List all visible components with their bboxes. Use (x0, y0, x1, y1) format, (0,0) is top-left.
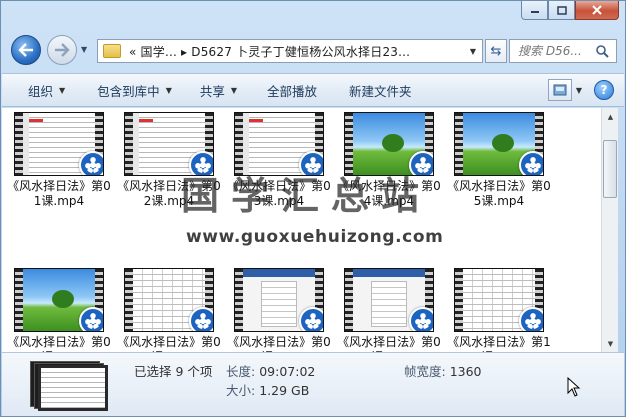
recent-pages-dropdown[interactable]: ▼ (81, 45, 87, 54)
vertical-scrollbar[interactable]: ▲ ▼ (601, 108, 618, 352)
video-thumbnail (124, 268, 214, 332)
organize-label: 组织 (28, 83, 54, 99)
file-item[interactable]: 《风水择日法》第01课.mp4 (4, 112, 114, 209)
film-strip (15, 113, 23, 175)
file-name: 《风水择日法》第08课.mp4 (227, 335, 331, 352)
large-icons-view-icon (553, 84, 567, 96)
duration-row: 长度: 09:07:02 (226, 361, 315, 380)
file-item[interactable]: 《风水择日法》第10课.mp4 (444, 268, 554, 352)
command-bar: 组织 ▼ 包含到库中 ▼ 共享 ▼ 全部播放 新建文件夹 ▼ ? (2, 73, 624, 107)
video-thumbnail (344, 268, 434, 332)
size-label: 大小: (226, 383, 256, 398)
duration-label: 长度: (226, 364, 256, 379)
frame-width-label: 帧宽度: (404, 364, 446, 379)
refresh-icon: ⇆ (490, 43, 502, 59)
film-strip (235, 269, 243, 331)
media-player-icon (519, 151, 543, 175)
scrollbar-thumb[interactable] (603, 140, 617, 198)
film-strip (15, 269, 23, 331)
file-name: 《风水择日法》第05课.mp4 (447, 179, 551, 208)
back-button[interactable] (11, 35, 41, 65)
include-in-library-menu[interactable]: 包含到库中 ▼ (77, 78, 184, 102)
video-thumbnail (14, 268, 104, 332)
search-icon (596, 44, 609, 58)
video-thumbnail (14, 112, 104, 176)
forward-button[interactable] (47, 35, 77, 65)
maximize-icon (556, 5, 567, 15)
new-folder-label: 新建文件夹 (349, 83, 412, 99)
media-player-icon (189, 307, 213, 331)
minimize-button[interactable] (521, 1, 548, 20)
minimize-icon (530, 11, 539, 13)
film-strip (455, 269, 463, 331)
scroll-down-arrow-icon[interactable]: ▼ (602, 335, 619, 352)
file-item[interactable]: 《风水择日法》第06课.mp4 (4, 268, 114, 352)
film-strip (125, 269, 133, 331)
film-strip (345, 269, 353, 331)
organize-menu[interactable]: 组织 ▼ (2, 78, 77, 102)
frame-width-row: 帧宽度: 1360 (404, 361, 482, 380)
mouse-cursor-icon (567, 377, 581, 397)
chevron-down-icon[interactable]: ▼ (464, 47, 482, 56)
arrow-right-icon (55, 43, 70, 57)
folder-icon (103, 44, 121, 58)
selection-count: 已选择 9 个项 (134, 364, 213, 379)
search-input[interactable] (518, 44, 596, 58)
file-name: 《风水择日法》第01课.mp4 (7, 179, 111, 208)
caption-buttons (521, 1, 619, 20)
file-name: 《风水择日法》第10课.mp4 (447, 335, 551, 352)
size-value: 1.29 GB (259, 383, 310, 398)
thumbnail-card (38, 365, 108, 411)
video-thumbnail (454, 268, 544, 332)
play-all-label: 全部播放 (267, 83, 318, 99)
help-icon: ? (600, 83, 608, 97)
film-strip (455, 113, 463, 175)
media-player-icon (299, 307, 323, 331)
file-name: 《风水择日法》第07课.mp4 (117, 335, 221, 352)
share-label: 共享 (199, 83, 225, 99)
media-player-icon (79, 307, 103, 331)
file-item[interactable]: 《风水择日法》第05课.mp4 (444, 112, 554, 209)
watermark-url: www.guoxuehuizong.com (186, 227, 444, 247)
frame-width-value: 1360 (449, 364, 482, 379)
size-row: 大小: 1.29 GB (226, 380, 309, 399)
watermark-title: 国学汇总站 (181, 173, 432, 218)
file-name: 《风水择日法》第09课.mp4 (337, 335, 441, 352)
new-folder-button[interactable]: 新建文件夹 (329, 78, 424, 102)
maximize-button[interactable] (548, 1, 575, 20)
share-menu[interactable]: 共享 ▼ (184, 78, 249, 102)
media-player-icon (409, 307, 433, 331)
chevron-down-icon: ▼ (230, 85, 238, 95)
file-name: 《风水择日法》第06课.mp4 (7, 335, 111, 352)
arrow-left-icon (18, 43, 33, 57)
close-button[interactable] (575, 1, 619, 20)
file-item[interactable]: 《风水择日法》第07课.mp4 (114, 268, 224, 352)
view-options-dropdown[interactable]: ▼ (572, 79, 586, 101)
video-thumbnail (454, 112, 544, 176)
film-strip (125, 113, 133, 175)
close-icon (592, 5, 602, 15)
file-item[interactable]: 《风水择日法》第08课.mp4 (224, 268, 334, 352)
media-player-icon (519, 307, 543, 331)
chevron-down-icon: ▼ (165, 85, 172, 95)
include-in-library-label: 包含到库中 (97, 83, 160, 99)
explorer-window: ▼ « 国学... ▸ D5627 卜灵子丁健恒杨公风水择日23... ▼ ⇆ … (0, 0, 626, 417)
file-item[interactable]: 《风水择日法》第09课.mp4 (334, 268, 444, 352)
scroll-up-arrow-icon[interactable]: ▲ (602, 108, 619, 125)
address-bar[interactable]: « 国学... ▸ D5627 卜灵子丁健恒杨公风水择日23... ▼ (97, 39, 483, 63)
media-player-icon (79, 151, 103, 175)
selection-thumbnail-stack (30, 361, 110, 413)
chevron-down-icon: ▼ (59, 85, 66, 95)
play-all-button[interactable]: 全部播放 (249, 78, 329, 102)
change-view-button[interactable] (548, 79, 572, 101)
address-path[interactable]: « 国学... ▸ D5627 卜灵子丁健恒杨公风水择日23... (129, 43, 464, 60)
video-thumbnail (234, 268, 324, 332)
view-controls: ▼ ? (548, 79, 614, 101)
refresh-button[interactable]: ⇆ (485, 39, 507, 63)
details-pane: 已选择 9 个项 长度: 09:07:02 大小: 1.29 GB 帧宽度: 1… (2, 352, 624, 416)
duration-value: 09:07:02 (259, 364, 316, 379)
search-box[interactable] (509, 39, 617, 63)
help-button[interactable]: ? (594, 80, 614, 100)
